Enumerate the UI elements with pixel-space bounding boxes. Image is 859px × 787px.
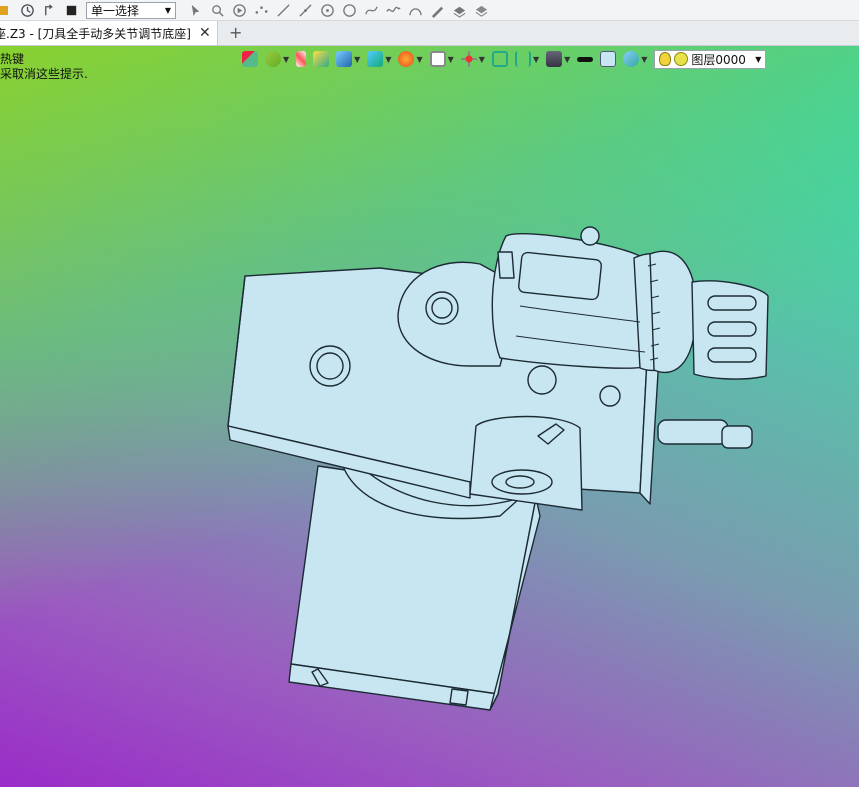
wave-icon[interactable] xyxy=(384,1,402,19)
housing-window xyxy=(497,251,515,279)
small-gear xyxy=(527,365,557,395)
top-bolt xyxy=(580,226,600,246)
close-icon[interactable]: ✕ xyxy=(199,25,211,41)
pivot-hole-inner xyxy=(431,297,453,319)
pick-drag-icon[interactable] xyxy=(208,1,226,19)
stop-icon[interactable] xyxy=(62,1,80,19)
pick-icon[interactable] xyxy=(186,1,204,19)
side-shaft-end xyxy=(721,425,753,449)
select-mode-dropdown[interactable]: 单一选择 ▼ xyxy=(86,1,176,19)
knob-slot-1 xyxy=(707,295,757,311)
document-tab-bar: 座.Z3 - [刀具全手动多关节调节底座] ✕ + xyxy=(0,21,859,46)
layer2-icon[interactable] xyxy=(472,1,490,19)
add-tab-icon[interactable]: + xyxy=(229,23,242,42)
points-icon[interactable] xyxy=(252,1,270,19)
redo-icon[interactable] xyxy=(40,1,58,19)
chevron-down-icon: ▼ xyxy=(164,5,171,15)
undo-icon[interactable] xyxy=(18,1,36,19)
side-shaft xyxy=(657,419,729,445)
lower-cylinder xyxy=(469,415,583,511)
gear-ring-2 xyxy=(649,250,697,374)
curve-icon[interactable] xyxy=(362,1,380,19)
document-tab-title: 座.Z3 - [刀具全手动多关节调节底座] xyxy=(0,26,191,41)
lower-cylinder-inner xyxy=(505,475,535,489)
housing-panel xyxy=(518,251,602,301)
main-toolbar: 单一选择 ▼ xyxy=(0,0,859,21)
layer-icon[interactable] xyxy=(450,1,468,19)
line2-icon[interactable] xyxy=(296,1,314,19)
document-tab[interactable]: 座.Z3 - [刀具全手动多关节调节底座] ✕ xyxy=(0,21,218,45)
line-icon[interactable] xyxy=(274,1,292,19)
pen-icon[interactable] xyxy=(428,1,446,19)
cad-model[interactable] xyxy=(0,46,859,787)
circle-icon[interactable] xyxy=(340,1,358,19)
circle-point-icon[interactable] xyxy=(318,1,336,19)
base-slot-right xyxy=(449,688,469,706)
knob-slot-3 xyxy=(707,347,757,363)
play-icon[interactable] xyxy=(230,1,248,19)
knob-slot-2 xyxy=(707,321,757,337)
app-icon[interactable] xyxy=(0,1,10,19)
arc-icon[interactable] xyxy=(406,1,424,19)
plate-boss-inner xyxy=(316,352,344,380)
3d-viewport[interactable]: 热键 采取消这些提示. ▼ ▼ ▼ ▼ ▼ ▼ ▼ ▼ ▼ 图层0000 ▼ xyxy=(0,46,859,787)
main-housing xyxy=(491,233,651,369)
small-gear-2 xyxy=(599,385,621,407)
select-mode-value: 单一选择 xyxy=(91,3,140,18)
